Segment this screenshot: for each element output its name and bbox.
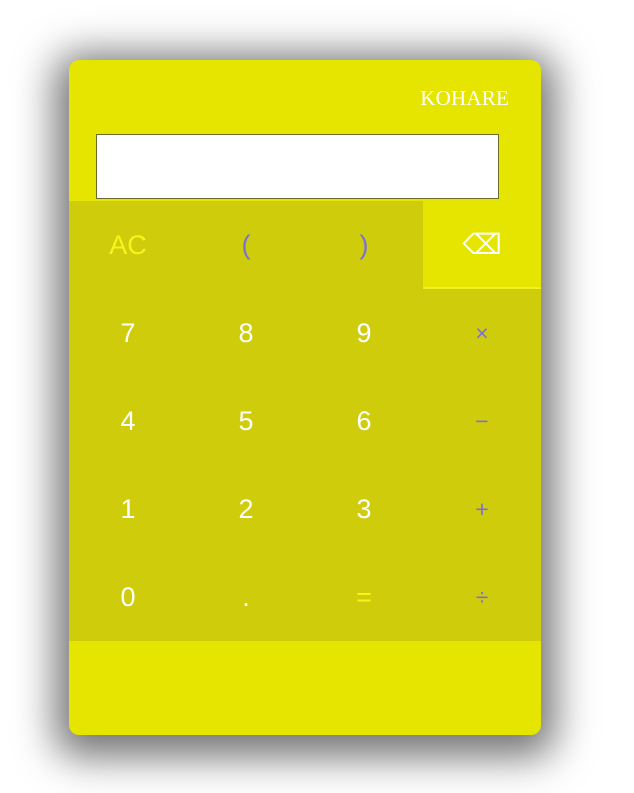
backspace-icon: ⌫ — [462, 228, 502, 260]
backspace-button[interactable]: ⌫ — [423, 201, 541, 289]
calculator: KOHARE AC ( ) ⌫ 7 8 9 × 4 5 6 − 1 2 3 + … — [69, 60, 541, 735]
key-8[interactable]: 8 — [187, 289, 305, 377]
key-5[interactable]: 5 — [187, 377, 305, 465]
decimal-button[interactable]: . — [187, 553, 305, 641]
brand-label: KOHARE — [420, 86, 509, 110]
close-paren-button[interactable]: ) — [305, 201, 423, 289]
key-6[interactable]: 6 — [305, 377, 423, 465]
open-paren-button[interactable]: ( — [187, 201, 305, 289]
subtract-button[interactable]: − — [423, 377, 541, 465]
key-4[interactable]: 4 — [69, 377, 187, 465]
divide-button[interactable]: ÷ — [423, 553, 541, 641]
display-input[interactable] — [96, 134, 499, 199]
keypad: AC ( ) ⌫ 7 8 9 × 4 5 6 − 1 2 3 + 0 . = ÷ — [69, 201, 541, 641]
key-9[interactable]: 9 — [305, 289, 423, 377]
key-2[interactable]: 2 — [187, 465, 305, 553]
key-0[interactable]: 0 — [69, 553, 187, 641]
add-button[interactable]: + — [423, 465, 541, 553]
clear-button[interactable]: AC — [69, 201, 187, 289]
multiply-button[interactable]: × — [423, 289, 541, 377]
key-3[interactable]: 3 — [305, 465, 423, 553]
equals-button[interactable]: = — [305, 553, 423, 641]
key-7[interactable]: 7 — [69, 289, 187, 377]
key-1[interactable]: 1 — [69, 465, 187, 553]
